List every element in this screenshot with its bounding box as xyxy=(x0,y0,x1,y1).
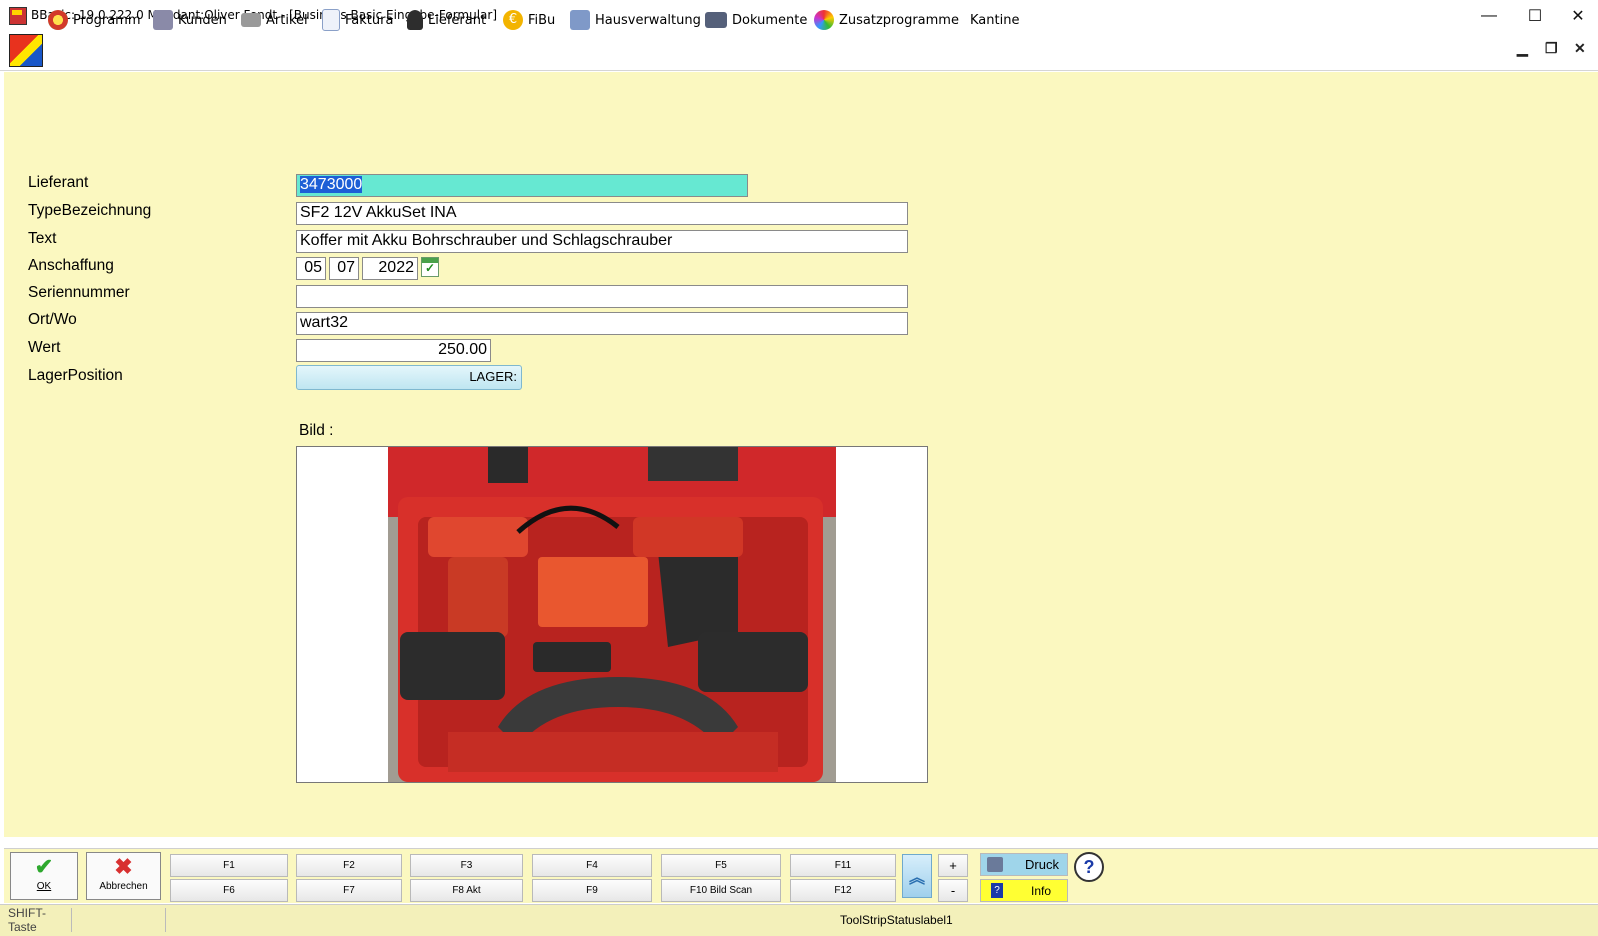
menu-label: Programm xyxy=(73,12,141,28)
label-ortwo: Ort/Wo xyxy=(28,311,77,328)
close-button[interactable]: ✕ xyxy=(1558,0,1598,32)
menu-label: Zusatzprogramme xyxy=(839,12,959,28)
menu-programm[interactable]: Programm xyxy=(48,7,141,33)
zusatz-icon xyxy=(814,10,834,30)
druck-button[interactable]: Druck xyxy=(980,853,1068,876)
f2-button[interactable]: F2 xyxy=(296,854,402,877)
mdi-restore-button[interactable]: ❐ xyxy=(1545,40,1558,57)
status-shift: SHIFT-Taste xyxy=(4,906,72,934)
info-label: Info xyxy=(1030,883,1051,898)
menu-hausverwaltung[interactable]: Hausverwaltung xyxy=(570,7,701,33)
menu-label: Kantine xyxy=(970,12,1020,28)
anschaffung-day-field[interactable]: 05 xyxy=(296,257,326,280)
kunden-icon xyxy=(153,10,173,30)
euro-icon: € xyxy=(503,10,523,30)
minus-button[interactable]: - xyxy=(938,879,968,902)
ok-label: OK xyxy=(36,881,52,892)
menu-kantine[interactable]: Kantine xyxy=(970,7,1019,33)
app-icon xyxy=(9,7,27,25)
label-anschaffung: Anschaffung xyxy=(28,257,114,274)
ok-button[interactable]: ✔ OK xyxy=(10,852,78,900)
info-book-icon: ? xyxy=(991,883,1003,898)
anschaffung-month-field[interactable]: 07 xyxy=(329,257,359,280)
info-button[interactable]: ? Info xyxy=(980,879,1068,902)
menu-label: Lieferant xyxy=(428,12,487,28)
f5-button[interactable]: F5 xyxy=(661,854,781,877)
menu-dokumente[interactable]: Dokumente xyxy=(705,7,807,33)
abbrechen-button[interactable]: ✖ Abbrechen xyxy=(86,852,161,900)
menu-lieferant[interactable]: Lieferant xyxy=(407,7,486,33)
menu-artikel[interactable]: Artikel xyxy=(241,7,308,33)
toolcase-illustration xyxy=(388,447,836,782)
f9-button[interactable]: F9 xyxy=(532,879,652,902)
menu-label: FiBu xyxy=(528,12,556,28)
menu-zusatzprogramme[interactable]: Zusatzprogramme xyxy=(814,7,959,33)
label-lagerposition: LagerPosition xyxy=(28,367,123,384)
lieferant-field[interactable]: 3473000 xyxy=(296,174,748,197)
menu-fibu[interactable]: € FiBu xyxy=(503,7,555,33)
mdi-close-button[interactable]: ✕ xyxy=(1574,40,1586,57)
abbrechen-label: Abbrechen xyxy=(99,881,148,892)
f3-button[interactable]: F3 xyxy=(410,854,523,877)
druck-label: Druck xyxy=(1025,857,1059,872)
artikel-icon xyxy=(241,13,261,27)
label-bild: Bild : xyxy=(299,422,334,439)
plus-button[interactable]: + xyxy=(938,854,968,877)
menu-faktura[interactable]: Faktura xyxy=(322,7,393,33)
text-field[interactable]: Koffer mit Akku Bohrschrauber und Schlag… xyxy=(296,230,908,253)
bbasic-logo xyxy=(9,34,43,67)
label-seriennummer: Seriennummer xyxy=(28,284,130,301)
label-wert: Wert xyxy=(28,339,61,356)
label-text: Text xyxy=(28,230,57,247)
seriennummer-field[interactable] xyxy=(296,285,908,308)
programm-icon xyxy=(48,10,68,30)
menu-bar xyxy=(0,32,1598,71)
wert-field[interactable]: 250.00 xyxy=(296,339,491,362)
faktura-icon xyxy=(322,9,340,31)
help-icon[interactable]: ? xyxy=(1074,852,1104,882)
menu-label: Artikel xyxy=(266,12,308,28)
lagerposition-button[interactable]: LAGER: xyxy=(296,365,522,390)
cross-icon: ✖ xyxy=(114,854,133,879)
image-box[interactable] xyxy=(296,446,928,783)
status-bar: SHIFT-Taste ToolStripStatuslabel1 xyxy=(0,904,1598,936)
label-typebezeichnung: TypeBezeichnung xyxy=(28,202,152,219)
f4-button[interactable]: F4 xyxy=(532,854,652,877)
lieferant-icon xyxy=(407,10,423,30)
lieferant-value: 3473000 xyxy=(300,176,363,193)
menu-label: Hausverwaltung xyxy=(595,12,701,28)
f7-button[interactable]: F7 xyxy=(296,879,402,902)
f1-button[interactable]: F1 xyxy=(170,854,288,877)
status-label1: ToolStripStatuslabel1 xyxy=(840,913,953,927)
house-icon xyxy=(570,10,590,30)
maximize-button[interactable]: ☐ xyxy=(1512,0,1558,32)
calendar-check-icon[interactable] xyxy=(421,257,439,277)
f11-button[interactable]: F11 xyxy=(790,854,896,877)
printer-icon xyxy=(987,857,1003,872)
menu-kunden[interactable]: Kunden xyxy=(153,7,227,33)
f6-button[interactable]: F6 xyxy=(170,879,288,902)
ortwo-field[interactable]: wart32 xyxy=(296,312,908,335)
product-photo xyxy=(388,447,836,782)
typebezeichnung-field[interactable]: SF2 12V AkkuSet INA xyxy=(296,202,908,225)
menu-label: Faktura xyxy=(345,12,394,28)
menu-label: Dokumente xyxy=(732,12,808,28)
menu-label: Kunden xyxy=(178,12,227,28)
status-empty-cell xyxy=(74,908,166,932)
check-icon: ✔ xyxy=(34,854,54,879)
f12-button[interactable]: F12 xyxy=(790,879,896,902)
minimize-button[interactable]: — xyxy=(1466,0,1512,32)
mdi-minimize-button[interactable]: ▁ xyxy=(1517,40,1528,57)
dokumente-icon xyxy=(705,12,727,28)
f10-bild-scan-button[interactable]: F10 Bild Scan xyxy=(661,879,781,902)
scroll-up-icon[interactable]: ︽ xyxy=(902,854,932,898)
f8-akt-button[interactable]: F8 Akt xyxy=(410,879,523,902)
label-lieferant: Lieferant xyxy=(28,174,89,191)
anschaffung-year-field[interactable]: 2022 xyxy=(362,257,418,280)
